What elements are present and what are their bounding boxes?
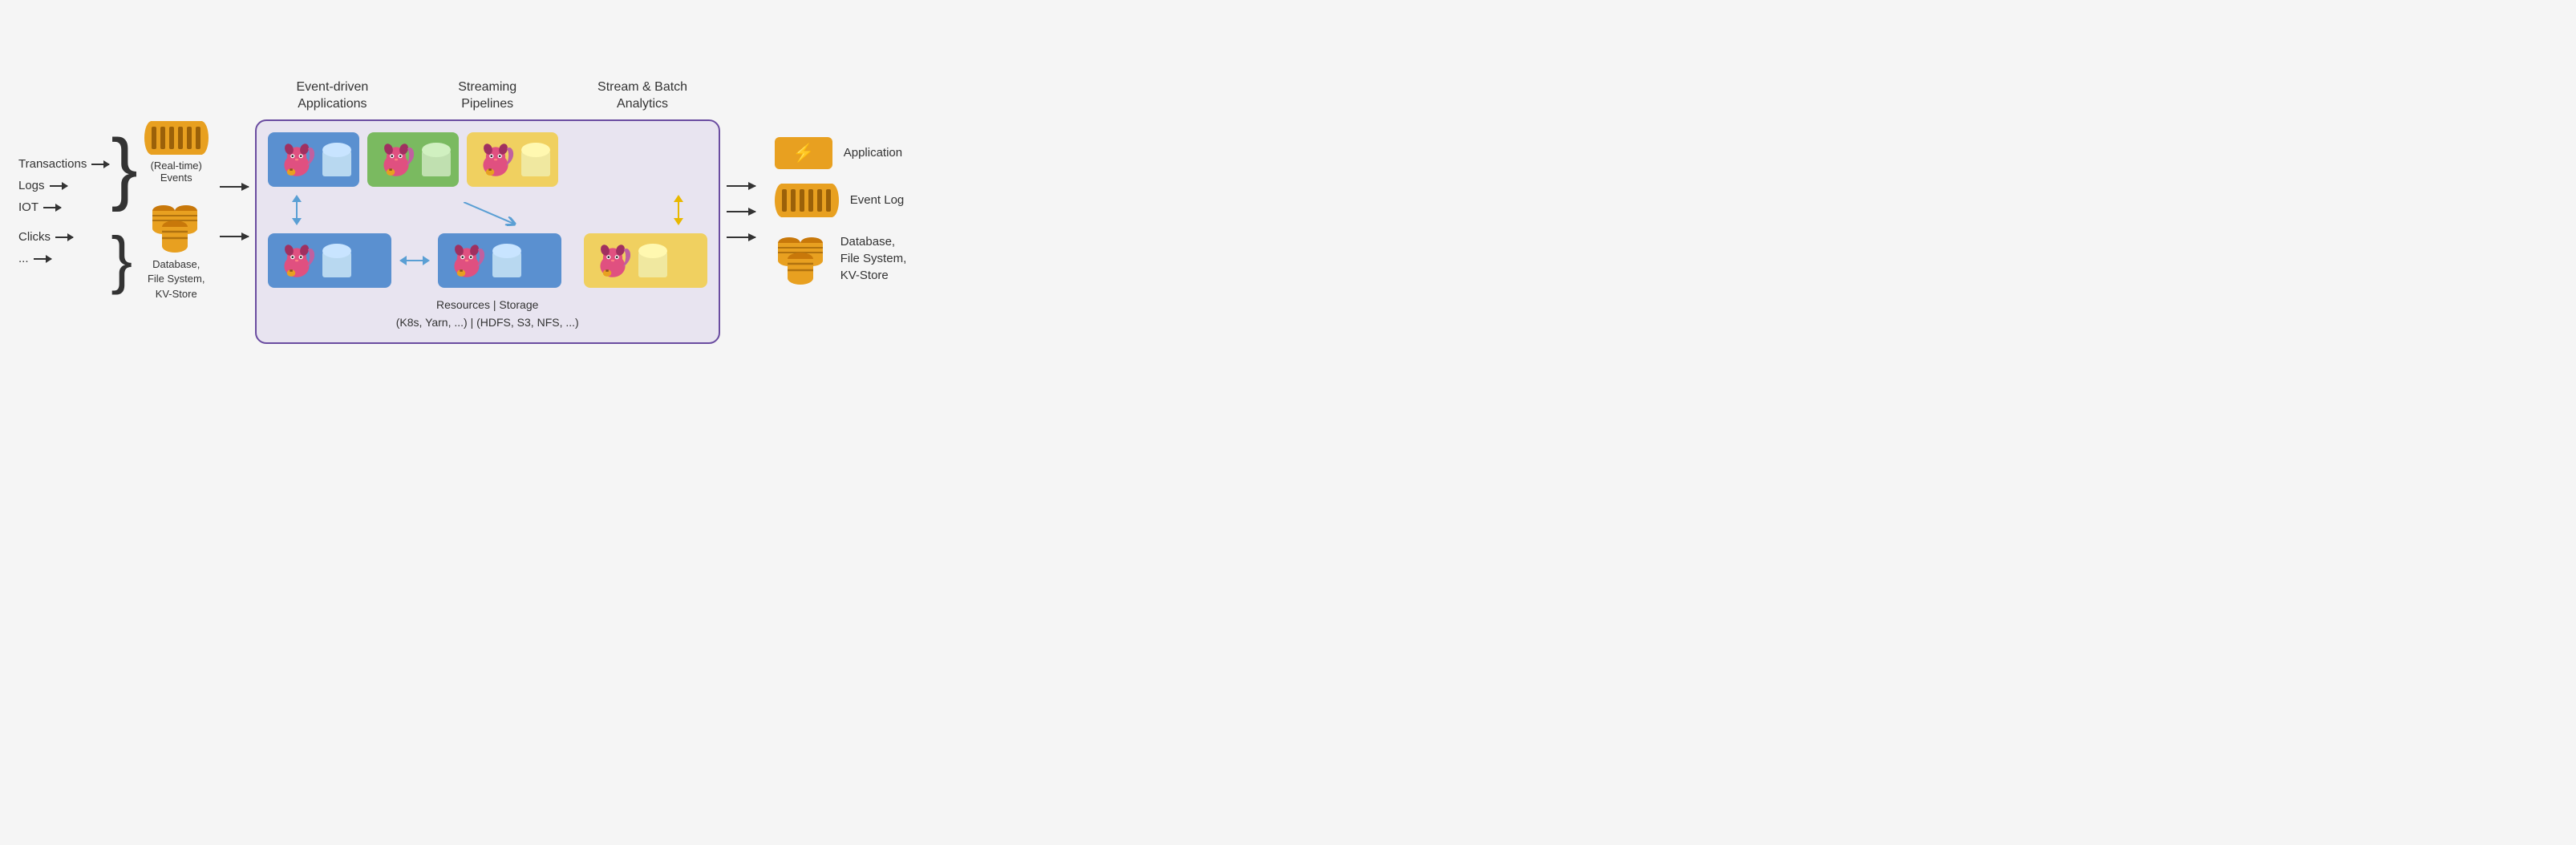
flink-logo-4 [276, 240, 318, 281]
col-header-3: Stream & Batch Analytics [565, 79, 719, 113]
main-box-label: Resources | Storage (K8s, Yarn, ...) | (… [268, 296, 707, 332]
arrow-db-to-box [220, 236, 249, 237]
cylinder-green-1 [422, 143, 451, 176]
db-input-label: Database, File System, KV-Store [148, 257, 205, 301]
lightning-icon: ⚡ [792, 143, 814, 164]
input-clicks: Clicks [18, 230, 109, 244]
cylinder-blue-3 [492, 244, 521, 277]
flink-cell-blue-bottom-left [268, 233, 391, 288]
input-more: ... [18, 252, 109, 265]
flink-logo-5 [446, 240, 488, 281]
arrow-transactions [91, 164, 109, 165]
arrow-to-db [727, 237, 755, 238]
arrow-v-blue-1 [292, 195, 302, 225]
flink-cell-yellow-bottom [584, 233, 707, 288]
cylinder-blue-1 [322, 143, 351, 176]
flink-logo-6 [592, 240, 634, 281]
db-output-icon [775, 232, 829, 286]
flink-cell-green-top [367, 132, 459, 187]
flink-logo-3 [475, 139, 516, 180]
cylinder-yellow-2 [638, 244, 667, 277]
col-header-2: Streaming Pipelines [410, 79, 565, 113]
arrow-logs [50, 185, 67, 187]
bottom-cells-row [268, 233, 707, 288]
eventlog-icon [775, 184, 839, 217]
arrow-iot [43, 207, 61, 208]
flink-cell-blue-top [268, 132, 359, 187]
flink-cell-blue-bottom-right [438, 233, 561, 288]
arrow-to-app [727, 185, 755, 187]
inter-row-arrows [268, 195, 707, 225]
flink-logo-2 [375, 139, 417, 180]
eventlog-label: Event Log [850, 192, 905, 208]
outputs-section: ⚡ Application Event Log [775, 137, 907, 286]
input-transactions: Transactions [18, 157, 109, 171]
main-diagram: Transactions Logs IOT Clicks ... [18, 79, 1270, 345]
app-label: Application [844, 144, 902, 161]
arrow-clicks [55, 237, 73, 238]
col-header-1: Event-driven Applications [255, 79, 410, 113]
db-input-icon [149, 200, 204, 254]
input-logs: Logs [18, 179, 109, 192]
arrow-to-eventlog [727, 211, 755, 212]
kafka-events-icon [144, 121, 209, 155]
main-box: Resources | Storage (K8s, Yarn, ...) | (… [255, 119, 720, 345]
inputs-section: Transactions Logs IOT Clicks ... [18, 157, 109, 265]
gap [569, 233, 576, 288]
arrow-diag [464, 202, 512, 218]
flink-logo-1 [276, 139, 318, 180]
arrow-v-yellow [674, 195, 683, 225]
output-db-row: Database, File System, KV-Store [775, 232, 907, 286]
input-iot: IOT [18, 200, 109, 214]
app-icon: ⚡ [775, 137, 832, 169]
cylinder-yellow-1 [521, 143, 550, 176]
arrow-more [34, 258, 51, 260]
cylinder-blue-2 [322, 244, 351, 277]
center-section: Event-driven Applications Streaming Pipe… [255, 79, 720, 345]
events-label: (Real-time) Events [151, 160, 202, 184]
top-cells-row [268, 132, 707, 187]
output-eventlog-row: Event Log [775, 184, 907, 217]
output-app-row: ⚡ Application [775, 137, 907, 169]
flink-cell-yellow-top [467, 132, 558, 187]
arrow-events-to-box [220, 186, 249, 188]
arrow-h-blue [399, 233, 430, 288]
db-output-label: Database, File System, KV-Store [840, 233, 907, 284]
